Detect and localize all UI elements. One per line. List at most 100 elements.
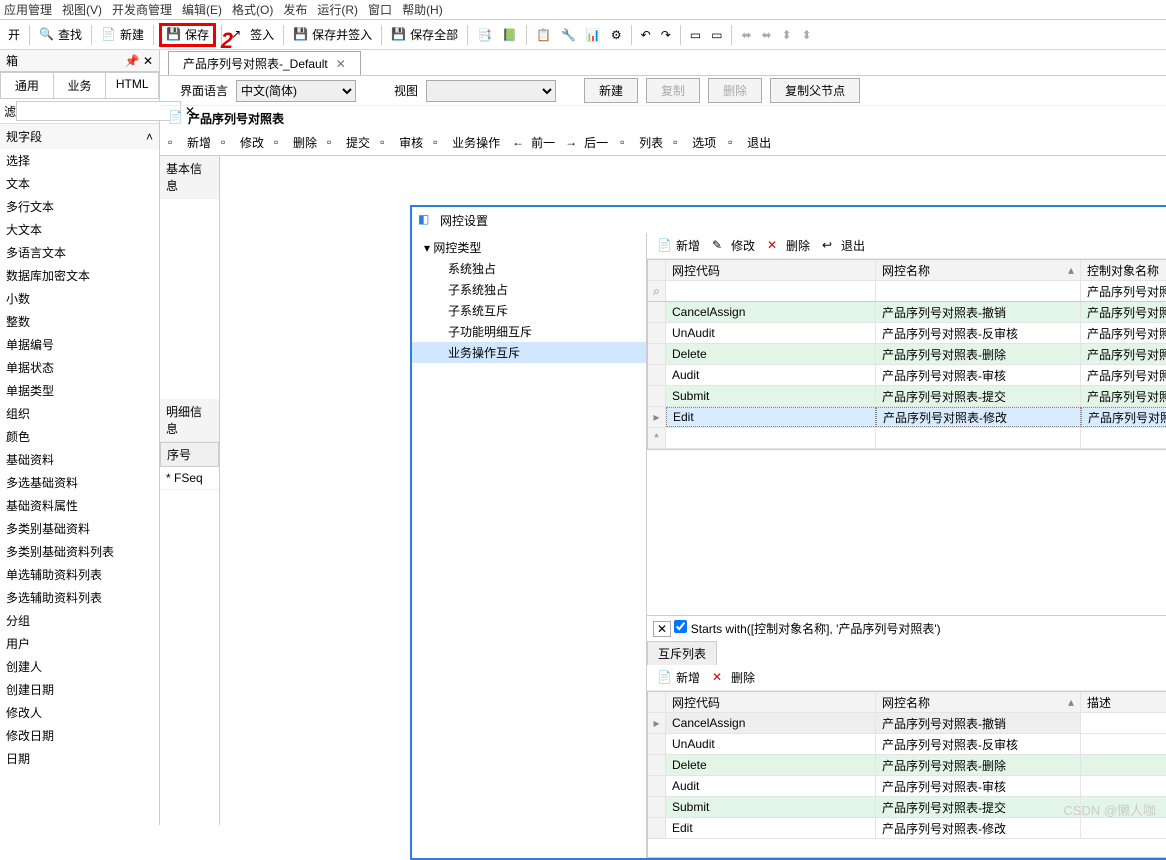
tool-icon[interactable]: 🔧 (557, 23, 580, 47)
sub-delete-button[interactable]: ✕删除 (708, 666, 759, 690)
menu-item[interactable]: 格式(O) (232, 1, 273, 18)
field-item[interactable]: 单据编号 (0, 333, 159, 356)
new-button[interactable]: 新建 (584, 78, 638, 103)
field-item[interactable]: 多类别基础资料列表 (0, 540, 159, 563)
menu-item[interactable]: 视图(V) (62, 1, 102, 18)
field-item[interactable]: 文本 (0, 172, 159, 195)
dlg-new-button[interactable]: 📄新增 (653, 234, 704, 258)
toolbox-tab[interactable]: 通用 (0, 72, 54, 98)
field-item[interactable]: 整数 (0, 310, 159, 333)
tree-item[interactable]: 系统独占 (412, 258, 646, 279)
align-icon[interactable]: ⬍ (778, 23, 796, 47)
field-item[interactable]: 用户 (0, 632, 159, 655)
table-row[interactable]: Delete产品序列号对照表-删除 (648, 755, 1166, 776)
field-item[interactable]: 多语言文本 (0, 241, 159, 264)
undo-icon[interactable]: ↶ (637, 23, 655, 47)
table-row[interactable]: CancelAssign产品序列号对照表-撤销产品序列号对照表 (648, 302, 1166, 323)
field-item[interactable]: 基础资料属性 (0, 494, 159, 517)
tool-icon[interactable]: 📗 (498, 23, 521, 47)
section-header[interactable]: 规字段˄ (0, 124, 159, 149)
filter-checkbox[interactable] (674, 620, 687, 633)
pin-icon[interactable]: 📌 (125, 54, 140, 68)
tool-icon[interactable]: ▭ (686, 23, 705, 47)
clear-filter-icon[interactable]: ✕ (653, 621, 671, 637)
doc-tool-后一[interactable]: →后一 (561, 131, 612, 155)
new-button[interactable]: 📄新建 (97, 23, 148, 47)
col-obj[interactable]: 控制对象名称▾ (1081, 260, 1166, 280)
table-row[interactable]: Audit产品序列号对照表-审核 (648, 776, 1166, 797)
filter-input[interactable] (16, 101, 181, 121)
field-item[interactable]: 单据类型 (0, 379, 159, 402)
filter-obj[interactable]: 产品序列号对照表 (1081, 281, 1166, 301)
find-button[interactable]: 🔍查找 (35, 23, 86, 47)
field-item[interactable]: 多类别基础资料 (0, 517, 159, 540)
field-item[interactable]: 修改日期 (0, 724, 159, 747)
col-name[interactable]: 网控名称▴ (876, 692, 1081, 712)
save-checkin-button[interactable]: 💾保存并签入 (289, 23, 376, 47)
field-item[interactable]: 创建人 (0, 655, 159, 678)
doc-tool-选项[interactable]: ▫选项 (669, 131, 720, 155)
field-item[interactable]: 创建日期 (0, 678, 159, 701)
align-icon[interactable]: ⬌ (758, 23, 776, 47)
table-row[interactable]: Edit产品序列号对照表-修改 (648, 818, 1166, 839)
table-row[interactable]: ▸Edit产品序列号对照表-修改产品序列号对照表 (648, 407, 1166, 428)
dlg-delete-button[interactable]: ✕删除 (763, 234, 814, 258)
doc-tool-业务操作[interactable]: ▫业务操作 (429, 131, 504, 155)
menu-item[interactable]: 运行(R) (317, 1, 358, 18)
table-row[interactable]: ▸CancelAssign产品序列号对照表-撤销 (648, 713, 1166, 734)
doc-tool-列表[interactable]: ▫列表 (616, 131, 667, 155)
doc-tool-删除[interactable]: ▫删除 (270, 131, 321, 155)
field-item[interactable]: 分组 (0, 609, 159, 632)
field-item[interactable]: 多选辅助资料列表 (0, 586, 159, 609)
col-name[interactable]: 网控名称▴ (876, 260, 1081, 280)
table-row[interactable]: Audit产品序列号对照表-审核产品序列号对照表 (648, 365, 1166, 386)
menu-item[interactable]: 编辑(E) (182, 1, 222, 18)
doc-tab[interactable]: 产品序列号对照表-_Default✕ (168, 51, 361, 75)
tab-detail[interactable]: 明细信息 (160, 399, 219, 442)
col-desc[interactable]: 描述 (1081, 692, 1166, 712)
dlg-exit-button[interactable]: ↩退出 (818, 234, 869, 258)
sign-button[interactable]: ↗签入 (227, 23, 278, 47)
sub-new-button[interactable]: 📄新增 (653, 666, 704, 690)
tool-icon[interactable]: ⚙ (607, 23, 626, 47)
align-icon[interactable]: ⬌ (737, 23, 755, 47)
menu-item[interactable]: 应用管理 (4, 1, 52, 18)
field-item[interactable]: 小数 (0, 287, 159, 310)
doc-tool-提交[interactable]: ▫提交 (323, 131, 374, 155)
tab-basic[interactable]: 基本信息 (160, 156, 219, 199)
copy-parent-button[interactable]: 复制父节点 (770, 78, 860, 103)
field-item[interactable]: 修改人 (0, 701, 159, 724)
filter-code[interactable] (666, 281, 876, 301)
field-item[interactable]: 多行文本 (0, 195, 159, 218)
tree-item[interactable]: 子功能明细互斥 (412, 321, 646, 342)
doc-tool-修改[interactable]: ▫修改 (217, 131, 268, 155)
field-item[interactable]: 单据状态 (0, 356, 159, 379)
table-row[interactable]: Delete产品序列号对照表-删除产品序列号对照表 (648, 344, 1166, 365)
field-item[interactable]: 颜色 (0, 425, 159, 448)
menu-item[interactable]: 帮助(H) (402, 1, 443, 18)
tree-item[interactable]: 子系统互斥 (412, 300, 646, 321)
save-all-button[interactable]: 💾保存全部 (387, 23, 462, 47)
tool-icon[interactable]: ▭ (707, 23, 726, 47)
sub-tab[interactable]: 互斥列表 (647, 641, 717, 665)
field-item[interactable]: 选择 (0, 149, 159, 172)
field-item[interactable]: 单选辅助资料列表 (0, 563, 159, 586)
lang-select[interactable]: 中文(简体) (236, 80, 356, 102)
tree-item[interactable]: 业务操作互斥 (412, 342, 646, 363)
field-item[interactable]: 大文本 (0, 218, 159, 241)
tool-icon[interactable]: 📑 (473, 23, 496, 47)
tree-root[interactable]: ▾ 网控类型 (412, 237, 646, 258)
close-icon[interactable]: ✕ (143, 54, 153, 68)
field-item[interactable]: 多选基础资料 (0, 471, 159, 494)
col-code[interactable]: 网控代码 (666, 692, 876, 712)
dlg-edit-button[interactable]: ✎修改 (708, 234, 759, 258)
field-item[interactable]: 数据库加密文本 (0, 264, 159, 287)
save-button[interactable]: 💾保存 2 (159, 23, 216, 47)
doc-tool-前一[interactable]: ←前一 (508, 131, 559, 155)
filter-icon[interactable]: ⌕ (648, 281, 666, 301)
doc-tool-退出[interactable]: ▫退出 (724, 131, 775, 155)
field-item[interactable]: 日期 (0, 747, 159, 770)
tab-close-icon[interactable]: ✕ (336, 57, 346, 71)
tool-icon[interactable]: 📊 (582, 23, 605, 47)
doc-tool-审核[interactable]: ▫审核 (376, 131, 427, 155)
